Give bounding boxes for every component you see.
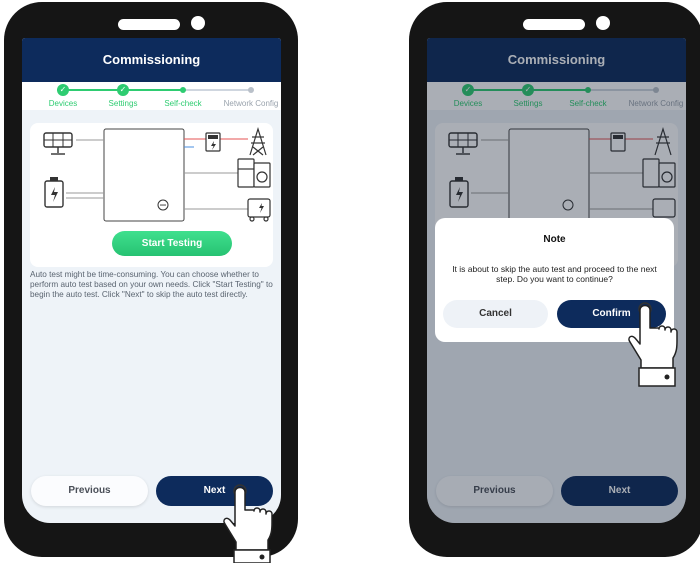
pointing-hand-icon bbox=[223, 484, 273, 563]
phone-frame-right: Commissioning ✓ ✓ Devices Settings Self-… bbox=[409, 2, 700, 557]
speaker-slot bbox=[523, 19, 585, 30]
step-connector bbox=[183, 89, 251, 91]
step-label-devices: Devices bbox=[48, 99, 78, 108]
speaker-slot bbox=[118, 19, 180, 30]
step-pending-dot bbox=[248, 87, 254, 93]
step-current-dot bbox=[180, 87, 186, 93]
start-testing-button[interactable]: Start Testing bbox=[112, 231, 232, 256]
meter-icon bbox=[205, 132, 221, 152]
dialog-title: Note bbox=[543, 234, 566, 245]
camera-dot bbox=[191, 16, 205, 30]
step-done-icon: ✓ bbox=[117, 84, 129, 96]
cancel-button[interactable]: Cancel bbox=[443, 300, 548, 328]
progress-stepper: ✓ ✓ Devices Settings Self-check Network … bbox=[22, 82, 281, 110]
solar-panel-icon bbox=[43, 132, 73, 155]
previous-button[interactable]: Previous bbox=[31, 476, 148, 506]
step-done-icon: ✓ bbox=[57, 84, 69, 96]
pointing-hand-icon bbox=[628, 302, 678, 387]
step-label-settings: Settings bbox=[108, 99, 138, 108]
step-label-self-check: Self-check bbox=[164, 99, 202, 108]
step-label-network-config: Network Config bbox=[223, 99, 279, 108]
phone-frame-left: Commissioning ✓ ✓ Devices Settings Self-… bbox=[4, 2, 298, 557]
system-diagram: Start Testing bbox=[30, 123, 273, 267]
camera-dot bbox=[596, 16, 610, 30]
step-connector bbox=[123, 89, 183, 91]
auto-test-description: Auto test might be time-consuming. You c… bbox=[30, 270, 273, 299]
dialog-message: It is about to skip the auto test and pr… bbox=[452, 264, 657, 284]
generator-icon bbox=[247, 198, 271, 222]
app-screen-right: Commissioning ✓ ✓ Devices Settings Self-… bbox=[427, 38, 686, 523]
power-tower-icon bbox=[249, 126, 267, 156]
appliances-icon bbox=[237, 158, 271, 188]
page-title: Commissioning bbox=[22, 38, 281, 82]
battery-icon bbox=[44, 177, 64, 208]
app-screen-left: Commissioning ✓ ✓ Devices Settings Self-… bbox=[22, 38, 281, 523]
